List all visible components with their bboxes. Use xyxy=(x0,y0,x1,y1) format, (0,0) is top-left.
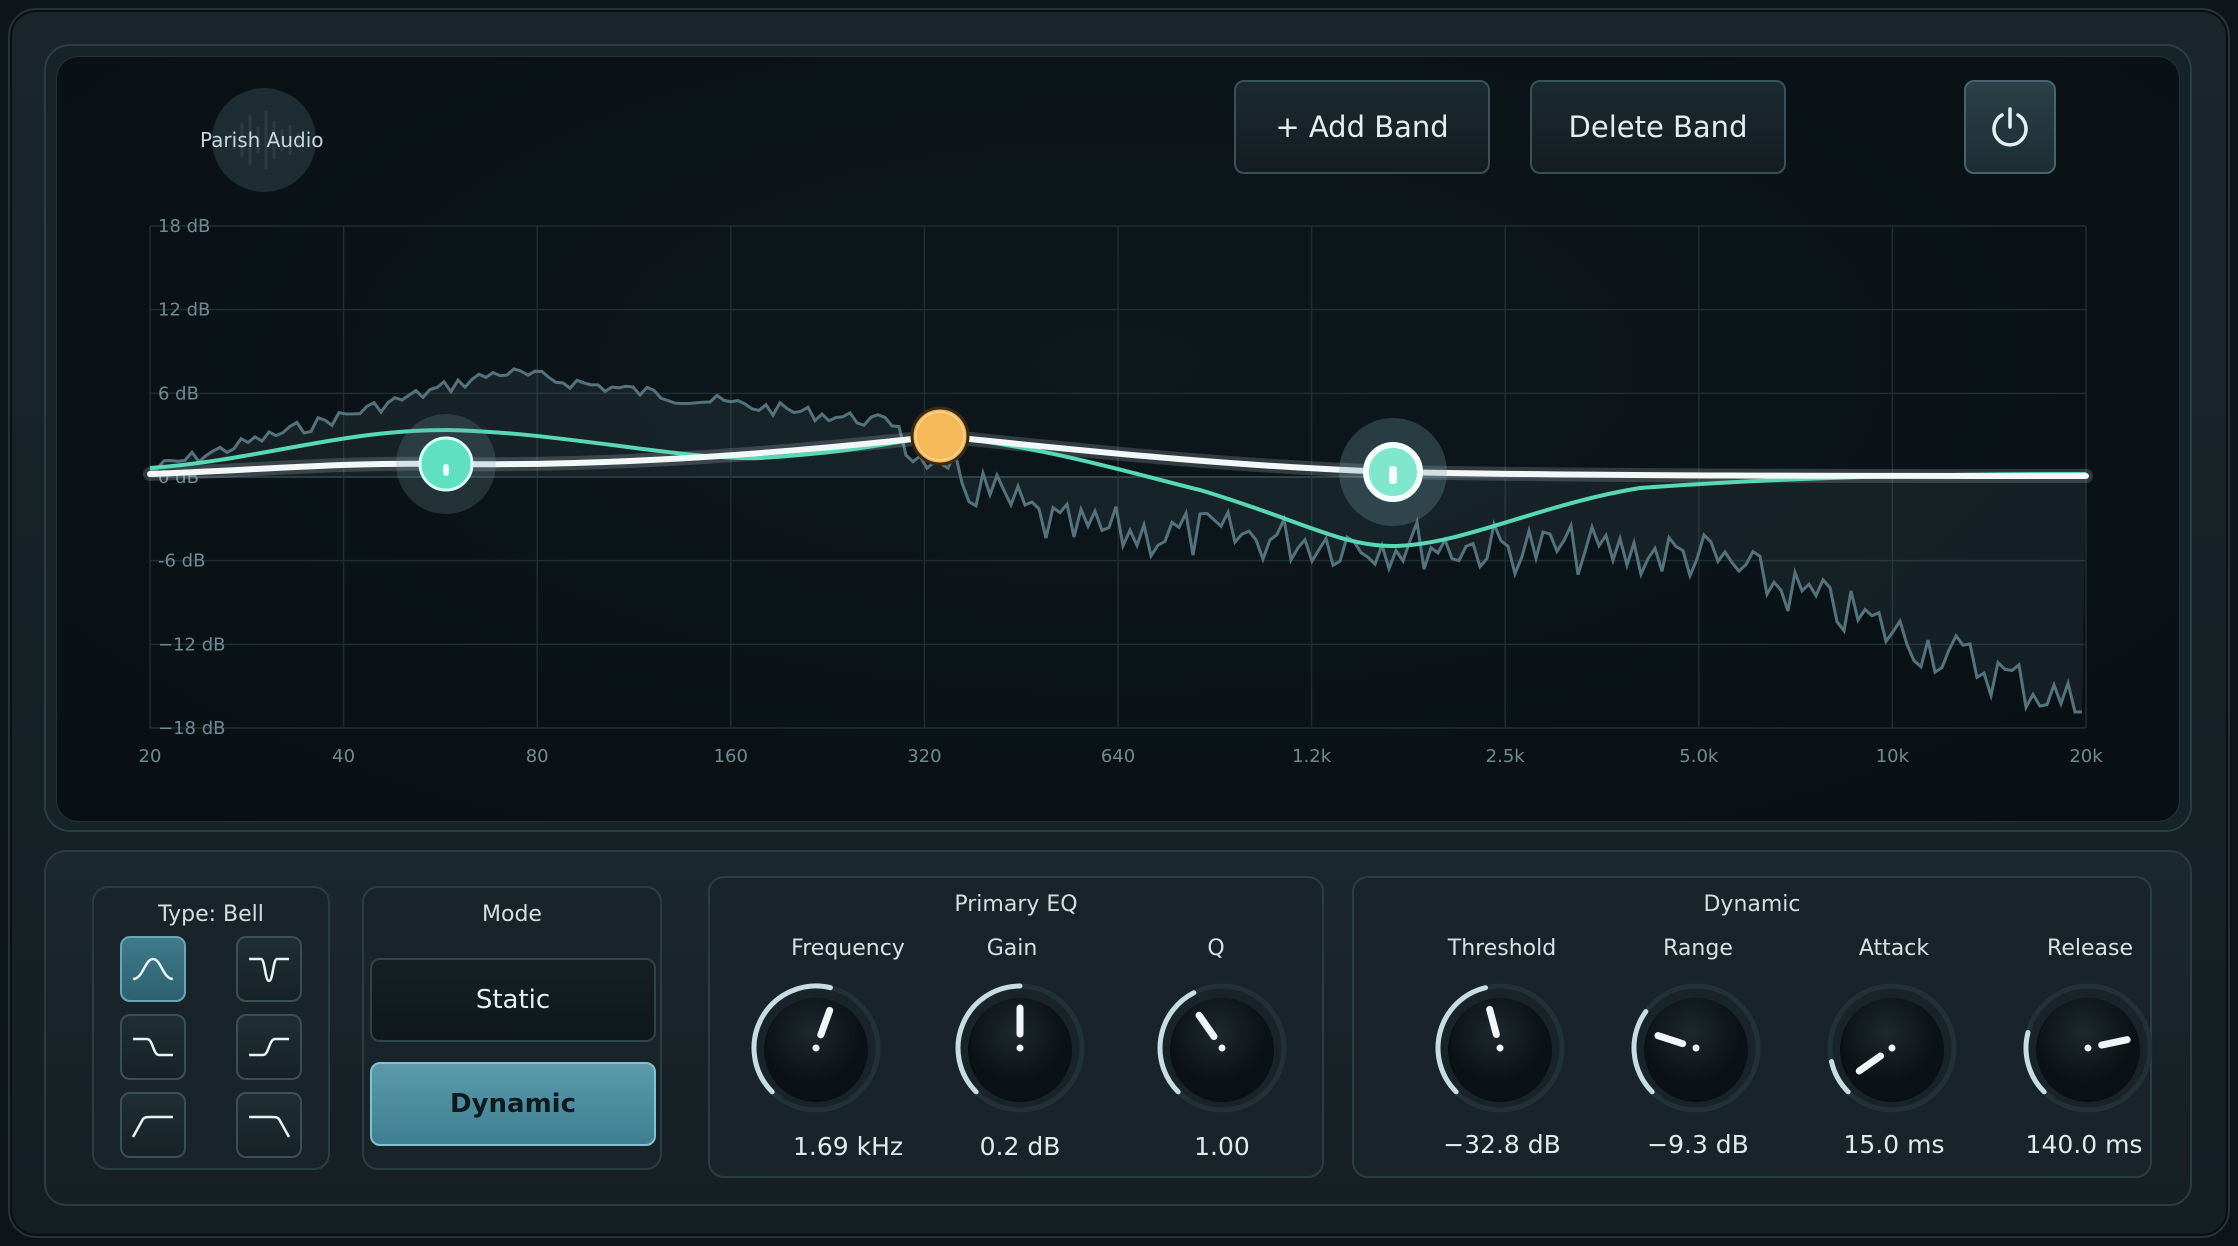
frequency-tick-label: 640 xyxy=(1101,746,1135,767)
attack-label: Attack xyxy=(1858,936,1930,961)
q-label: Q xyxy=(1207,936,1225,961)
knob-graphic xyxy=(2023,983,2153,1113)
release-value: 140.0 ms xyxy=(2025,1130,2143,1159)
range-value: −9.3 dB xyxy=(1647,1130,1749,1159)
type-low-pass-button[interactable] xyxy=(236,1092,302,1158)
bell-icon xyxy=(132,957,174,981)
frequency-tick-label: 80 xyxy=(526,746,549,767)
knob-graphic xyxy=(1435,983,1565,1113)
frequency-axis: 20 40 80 160 320 640 1.2k 2.5k 5.0k 10k 20k xyxy=(139,746,2104,767)
db-tick-label: -6 dB xyxy=(158,551,205,572)
threshold-knob[interactable] xyxy=(1430,978,1570,1118)
frequency-value: 1.69 kHz xyxy=(792,1132,903,1161)
low-shelf-icon xyxy=(133,1037,173,1057)
type-high-shelf-button[interactable] xyxy=(236,1014,302,1080)
knob-graphic xyxy=(1157,983,1287,1113)
filter-type-title: Type: Bell xyxy=(158,902,264,927)
attack-value: 15.0 ms xyxy=(1843,1130,1945,1159)
band-handle-3[interactable] xyxy=(1339,418,1447,526)
mode-dynamic-button[interactable]: Dynamic xyxy=(370,1062,656,1146)
low-pass-icon xyxy=(249,1115,291,1138)
frequency-tick-label: 20 xyxy=(139,746,162,767)
frequency-tick-label: 20k xyxy=(2069,746,2103,767)
band-handle-2[interactable] xyxy=(910,406,970,466)
release-label: Release xyxy=(2047,936,2133,961)
primary-eq-panel: Primary EQ Frequency 1.69 kHz Gain 0.2 d… xyxy=(708,876,1324,1178)
type-low-shelf-button[interactable] xyxy=(120,1014,186,1080)
frequency-tick-label: 320 xyxy=(907,746,941,767)
knob-graphic xyxy=(1827,983,1957,1113)
gain-label: Gain xyxy=(986,936,1038,961)
high-pass-icon xyxy=(131,1115,173,1138)
type-high-pass-button[interactable] xyxy=(120,1092,186,1158)
db-tick-label: 12 dB xyxy=(158,300,210,321)
attack-knob[interactable] xyxy=(1822,978,1962,1118)
eq-graph[interactable]: 18 dB12 dB6 dB0 dB-6 dB−12 dB−18 dB 20 40… xyxy=(0,0,2238,800)
db-tick-label: −12 dB xyxy=(158,634,225,655)
notch-icon xyxy=(249,957,289,983)
frequency-tick-label: 10k xyxy=(1876,746,1910,767)
threshold-value: −32.8 dB xyxy=(1443,1130,1561,1159)
dynamic-panel: Dynamic Threshold −32.8 dB Range −9.3 dB… xyxy=(1352,876,2153,1178)
knob-graphic xyxy=(751,983,881,1113)
type-notch-button[interactable] xyxy=(236,936,302,1002)
mode-title: Mode xyxy=(482,902,542,927)
filter-type-panel: Type: Bell xyxy=(92,886,330,1170)
frequency-tick-label: 160 xyxy=(714,746,748,767)
band-handle-1[interactable] xyxy=(396,414,496,514)
frequency-tick-label: 40 xyxy=(332,746,355,767)
frequency-tick-label: 1.2k xyxy=(1292,746,1332,767)
frequency-tick-label: 2.5k xyxy=(1486,746,1526,767)
range-knob[interactable] xyxy=(1626,978,1766,1118)
range-label: Range xyxy=(1663,936,1733,961)
db-tick-label: −18 dB xyxy=(158,718,225,739)
dynamic-title: Dynamic xyxy=(1703,892,1801,917)
db-tick-label: 6 dB xyxy=(158,383,199,404)
mode-panel: Mode Static Dynamic xyxy=(362,886,662,1170)
q-value: 1.00 xyxy=(1194,1132,1250,1161)
mode-static-button[interactable]: Static xyxy=(370,958,656,1042)
gain-value: 0.2 dB xyxy=(979,1132,1061,1161)
release-knob[interactable] xyxy=(2018,978,2158,1118)
q-knob[interactable] xyxy=(1152,978,1292,1118)
gain-knob[interactable] xyxy=(950,978,1090,1118)
knob-graphic xyxy=(955,983,1085,1113)
knob-graphic xyxy=(1631,983,1761,1113)
frequency-knob[interactable] xyxy=(746,978,886,1118)
frequency-label: Frequency xyxy=(791,936,905,961)
type-bell-button[interactable] xyxy=(120,936,186,1002)
high-shelf-icon xyxy=(249,1037,289,1057)
threshold-label: Threshold xyxy=(1447,936,1557,961)
primary-eq-title: Primary EQ xyxy=(954,892,1078,917)
db-tick-label: 18 dB xyxy=(158,216,210,237)
frequency-tick-label: 5.0k xyxy=(1679,746,1719,767)
